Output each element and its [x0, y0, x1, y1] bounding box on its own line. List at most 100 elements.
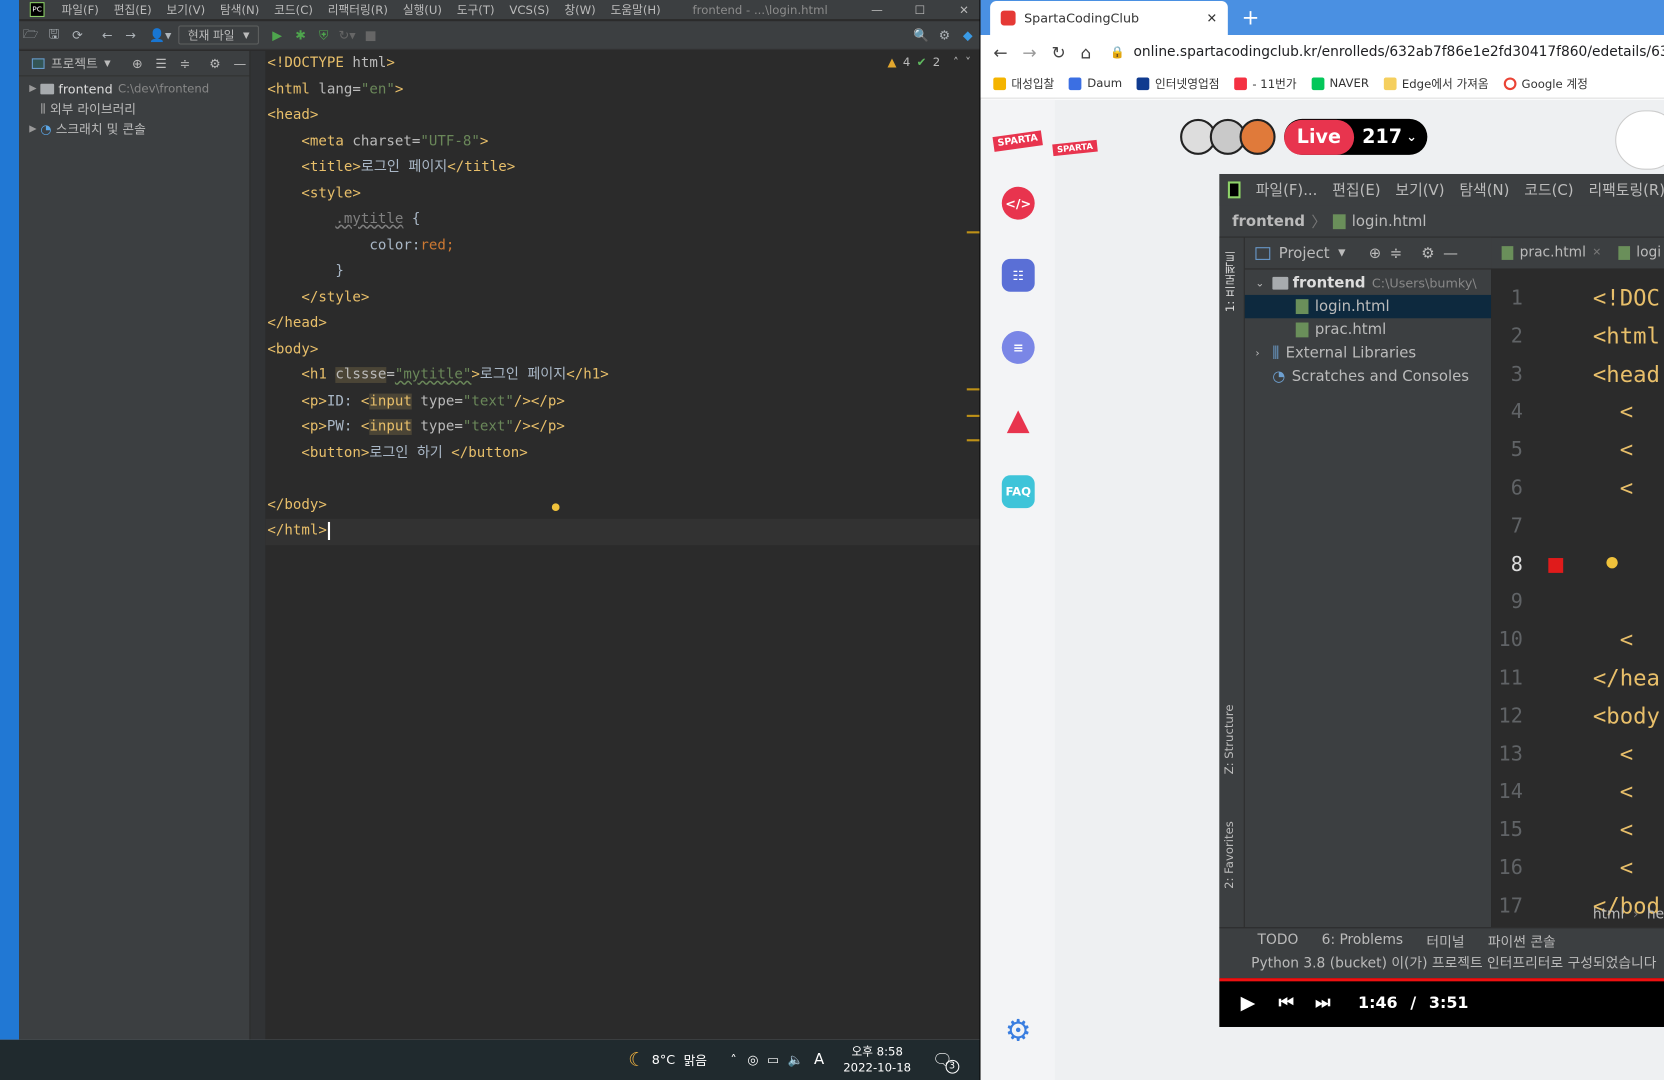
- back-icon[interactable]: ←: [96, 23, 119, 46]
- back-icon[interactable]: ←: [993, 42, 1007, 62]
- live-badge[interactable]: Live 217 ⌄: [1284, 118, 1428, 155]
- video-bottom-tab: 터미널: [1426, 934, 1465, 951]
- code-editor[interactable]: <!DOCTYPE html> <html lang="en"> <head> …: [265, 51, 980, 1040]
- settings-gear-icon[interactable]: ⚙: [1002, 1013, 1035, 1048]
- panel-settings-icon[interactable]: ⚙: [209, 56, 220, 71]
- menu-edit[interactable]: 편집(E): [114, 1, 152, 18]
- save-icon[interactable]: 🖫: [42, 23, 65, 46]
- previous-icon[interactable]: ⏮: [1279, 992, 1294, 1013]
- menu-help[interactable]: 도움말(H): [611, 1, 661, 18]
- forward-icon[interactable]: →: [1022, 42, 1036, 62]
- hide-panel-icon[interactable]: —: [233, 56, 246, 71]
- menu-code[interactable]: 코드(C): [274, 1, 313, 18]
- play-icon[interactable]: ▶: [1241, 991, 1256, 1013]
- text-caret: [327, 521, 331, 540]
- minimize-icon[interactable]: —: [871, 3, 883, 17]
- desktop-strip: [0, 0, 20, 1040]
- google-icon: [1503, 76, 1517, 90]
- collapse-all-icon[interactable]: ≑: [180, 56, 191, 71]
- locate-icon[interactable]: ⊕: [132, 56, 143, 71]
- chat-icon[interactable]: ≡: [1001, 331, 1035, 364]
- network-icon[interactable]: ▭: [767, 1052, 779, 1067]
- meet-icon[interactable]: ◎: [747, 1052, 758, 1067]
- code-line: <style>: [301, 185, 361, 202]
- menu-refactor[interactable]: 리팩터링(R): [328, 1, 388, 18]
- sync-icon[interactable]: ⟳: [66, 23, 89, 46]
- chevron-down-icon[interactable]: ▼: [104, 58, 111, 68]
- search-icon[interactable]: 🔍: [909, 23, 932, 46]
- warning-icon[interactable]: ▲: [1002, 402, 1035, 437]
- run-config-select[interactable]: 현재 파일 ▼: [178, 25, 260, 45]
- notification-icon[interactable]: 🗨 3: [932, 1050, 959, 1074]
- plugin-icon[interactable]: ◆: [956, 23, 979, 46]
- video-menu-item: 편집(E): [1332, 182, 1381, 200]
- next-icon[interactable]: ⏭: [1315, 992, 1330, 1013]
- home-icon[interactable]: ⌂: [1081, 42, 1092, 62]
- expand-all-icon[interactable]: ☰: [155, 56, 166, 71]
- clock[interactable]: 오후 8:58 2022-10-18: [843, 1044, 911, 1076]
- browser-tab[interactable]: SpartaCodingClub ✕: [990, 1, 1228, 36]
- floating-button[interactable]: [1615, 110, 1664, 170]
- menu-view[interactable]: 보기(V): [167, 1, 206, 18]
- bookmark-item[interactable]: Google 계정: [1503, 75, 1588, 92]
- inspection-widget[interactable]: ▲ 4 ✔ 2 ˄ ˅: [888, 55, 972, 69]
- video-progress-bar[interactable]: [1219, 978, 1664, 982]
- sparta-logo[interactable]: SPARTA: [992, 130, 1044, 152]
- run-icon[interactable]: ▶: [265, 23, 288, 46]
- menu-navigate[interactable]: 탐색(N): [220, 1, 259, 18]
- volume-icon[interactable]: 🔈: [788, 1052, 804, 1067]
- menu-run[interactable]: 실행(U): [403, 1, 442, 18]
- project-panel-title[interactable]: 프로젝트: [51, 54, 98, 72]
- video-code-line: <: [1592, 437, 1634, 463]
- reload-icon[interactable]: ↻: [1051, 42, 1065, 62]
- code-snippet-icon[interactable]: </>: [1001, 186, 1035, 220]
- live-label: Live: [1284, 119, 1354, 155]
- warning-marker[interactable]: [966, 439, 980, 442]
- warning-marker[interactable]: [966, 231, 980, 234]
- vcs-user-icon[interactable]: 👤▾: [149, 23, 172, 46]
- ime-indicator[interactable]: A: [814, 1051, 824, 1068]
- url-field[interactable]: online.spartacodingclub.kr/enrolleds/632…: [1133, 44, 1664, 60]
- live-viewers[interactable]: Live 217 ⌄: [1180, 118, 1428, 155]
- bookmark-item[interactable]: Edge에서 가져옴: [1383, 75, 1489, 92]
- profile-icon[interactable]: ↻▾: [335, 23, 358, 46]
- tree-item-frontend[interactable]: ▶ frontend C:\dev\frontend: [19, 79, 249, 99]
- warning-marker[interactable]: [966, 414, 980, 417]
- tree-item-scratches[interactable]: ▶ ◔ 스크래치 및 콘솔: [19, 119, 249, 139]
- bookmark-icon: [993, 76, 1007, 90]
- coverage-icon[interactable]: ⛨: [312, 23, 335, 46]
- chevron-down-icon[interactable]: ˅: [965, 55, 971, 69]
- menu-file[interactable]: 파일(F): [62, 1, 99, 18]
- debug-icon[interactable]: ✱: [289, 23, 312, 46]
- lightbulb-icon[interactable]: ●: [552, 493, 560, 519]
- lecture-video[interactable]: 파일(F)... 편집(E) 보기(V) 탐색(N) 코드(C) 리팩토링(R)…: [1219, 173, 1664, 1027]
- bookmark-item[interactable]: Daum: [1069, 76, 1122, 90]
- open-folder-icon[interactable]: 🗁: [19, 23, 42, 46]
- stop-icon[interactable]: ■: [359, 23, 382, 46]
- bookmark-label: - 11번가: [1252, 76, 1297, 91]
- faq-button[interactable]: FAQ: [1001, 475, 1035, 509]
- bookmark-item[interactable]: 대성입찰: [993, 75, 1054, 92]
- address-bar: ← → ↻ ⌂ 🔒 online.spartacodingclub.kr/enr…: [980, 35, 1664, 69]
- settings-icon[interactable]: ⚙: [933, 23, 956, 46]
- checklist-icon[interactable]: ☷: [1001, 258, 1035, 292]
- tree-item-libraries[interactable]: ⫼ 외부 라이브러리: [19, 99, 249, 119]
- bookmark-item[interactable]: NAVER: [1311, 76, 1369, 90]
- tab-close-icon[interactable]: ✕: [1207, 11, 1218, 26]
- chevron-up-icon[interactable]: ˄: [953, 55, 959, 69]
- chevron-right-icon[interactable]: ▶: [25, 124, 40, 135]
- video-line-number: 10: [1498, 628, 1523, 652]
- new-tab-icon[interactable]: +: [1242, 4, 1260, 29]
- maximize-icon[interactable]: ☐: [915, 3, 925, 17]
- total-time: 3:51: [1428, 993, 1469, 1013]
- menu-vcs[interactable]: VCS(S): [509, 3, 549, 17]
- forward-icon[interactable]: →: [119, 23, 142, 46]
- tray-chevron-icon[interactable]: ˄: [730, 1052, 736, 1067]
- close-icon[interactable]: ✕: [959, 3, 969, 17]
- menu-tools[interactable]: 도구(T): [457, 1, 495, 18]
- chevron-right-icon[interactable]: ▶: [25, 83, 40, 94]
- bookmark-item[interactable]: 인터넷영업점: [1136, 75, 1219, 92]
- menu-window[interactable]: 창(W): [564, 1, 595, 18]
- warning-marker[interactable]: [966, 388, 980, 391]
- bookmark-item[interactable]: - 11번가: [1234, 75, 1297, 92]
